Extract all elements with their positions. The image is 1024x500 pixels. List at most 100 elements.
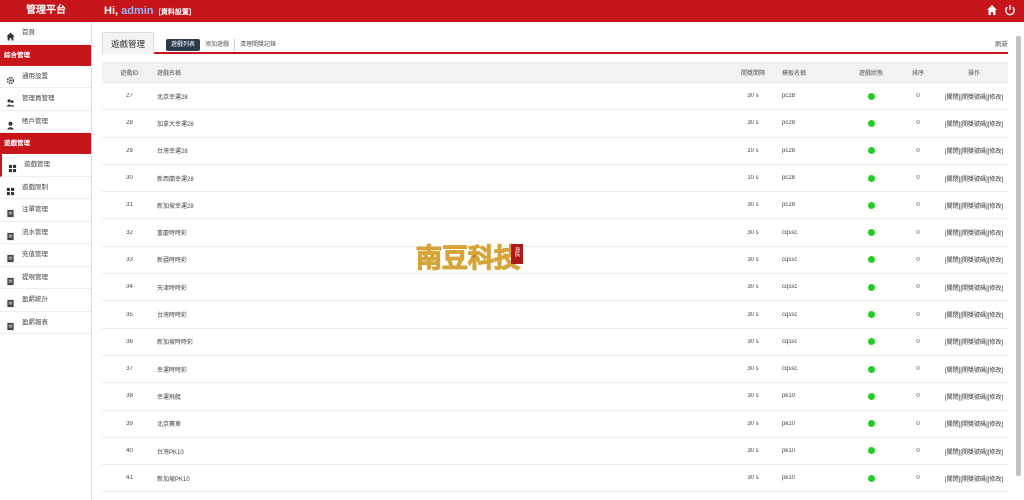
scrollbar-thumb[interactable] bbox=[1016, 36, 1021, 476]
sidebar-item-game-limits[interactable]: 遊戲限制 bbox=[0, 177, 91, 199]
close-game-link[interactable]: [關閉] bbox=[945, 450, 960, 456]
sidebar-item-turnover[interactable]: 流水管理 bbox=[0, 222, 91, 244]
cell-name: 幸運飛艇 bbox=[157, 394, 182, 401]
sidebar-section-games[interactable]: 遊戲管理 bbox=[0, 133, 91, 154]
sidebar-section-general[interactable]: 綜合管理 bbox=[0, 44, 91, 66]
edit-link[interactable]: [修改] bbox=[988, 204, 1003, 210]
draw-numbers-link[interactable]: [開獎號碼] bbox=[960, 177, 987, 183]
cell-status bbox=[846, 447, 896, 455]
edit-link[interactable]: [修改] bbox=[988, 395, 1003, 401]
power-icon[interactable] bbox=[1004, 4, 1016, 16]
sidebar-item-bets[interactable]: 注單管理 bbox=[0, 199, 91, 222]
status-enabled-icon[interactable] bbox=[867, 310, 875, 318]
profile-settings-link[interactable]: [資料設置] bbox=[159, 9, 192, 16]
draw-numbers-link[interactable]: [開獎號碼] bbox=[960, 231, 987, 237]
sidebar-item-general-settings[interactable]: 通用設置 bbox=[0, 66, 91, 88]
draw-numbers-link[interactable]: [開獎號碼] bbox=[960, 149, 987, 155]
draw-numbers-link[interactable]: [開獎號碼] bbox=[960, 340, 987, 346]
edit-link[interactable]: [修改] bbox=[988, 313, 1003, 319]
draw-numbers-link[interactable]: [開獎號碼] bbox=[960, 258, 987, 264]
status-enabled-icon[interactable] bbox=[867, 420, 875, 428]
draw-numbers-link[interactable]: [開獎號碼] bbox=[960, 477, 987, 483]
refresh-link[interactable]: 刷新 bbox=[995, 38, 1008, 48]
status-enabled-icon[interactable] bbox=[867, 174, 875, 182]
sidebar-item-accounts[interactable]: 賬戶管理 bbox=[0, 111, 91, 133]
draw-numbers-link[interactable]: [開獎號碼] bbox=[960, 286, 987, 292]
status-enabled-icon[interactable] bbox=[867, 256, 875, 264]
sidebar-item-profit-report[interactable]: 盈虧報表 bbox=[0, 312, 91, 334]
cell-status bbox=[846, 310, 896, 318]
cell-name: 新加坡時時彩 bbox=[157, 340, 194, 347]
status-enabled-icon[interactable] bbox=[867, 283, 875, 291]
sidebar-item-home[interactable]: 首頁 bbox=[0, 22, 91, 45]
close-game-link[interactable]: [關閉] bbox=[945, 122, 960, 128]
draw-numbers-link[interactable]: [開獎號碼] bbox=[960, 122, 987, 128]
status-enabled-icon[interactable] bbox=[867, 229, 875, 237]
edit-link[interactable]: [修改] bbox=[988, 149, 1003, 155]
close-game-link[interactable]: [關閉] bbox=[945, 368, 960, 374]
sidebar-item-game-management[interactable]: 遊戲管理 bbox=[0, 154, 91, 177]
cell-actions: [關閉][開獎號碼][修改] bbox=[940, 228, 1008, 237]
cell-actions: [關閉][開獎號碼][修改] bbox=[940, 255, 1008, 264]
draw-numbers-link[interactable]: [開獎號碼] bbox=[960, 368, 987, 374]
status-enabled-icon[interactable] bbox=[867, 338, 875, 346]
draw-numbers-link[interactable]: [開獎號碼] bbox=[960, 204, 987, 210]
draw-numbers-link[interactable]: [開獎號碼] bbox=[960, 422, 987, 428]
sidebar-item-profit-stats[interactable]: 盈虧統計 bbox=[0, 289, 91, 312]
edit-link[interactable]: [修改] bbox=[988, 477, 1003, 483]
close-game-link[interactable]: [關閉] bbox=[945, 177, 960, 183]
status-enabled-icon[interactable] bbox=[867, 474, 875, 482]
edit-link[interactable]: [修改] bbox=[988, 231, 1003, 237]
edit-link[interactable]: [修改] bbox=[988, 286, 1003, 292]
close-game-link[interactable]: [關閉] bbox=[945, 286, 960, 292]
draw-numbers-link[interactable]: [開獎號碼] bbox=[960, 313, 987, 319]
close-game-link[interactable]: [關閉] bbox=[945, 422, 960, 428]
close-game-link[interactable]: [關閉] bbox=[945, 204, 960, 210]
close-game-link[interactable]: [關閉] bbox=[945, 95, 960, 101]
status-enabled-icon[interactable] bbox=[867, 147, 875, 155]
status-enabled-icon[interactable] bbox=[867, 119, 875, 127]
cell-template: pc28 bbox=[782, 175, 796, 182]
status-enabled-icon[interactable] bbox=[867, 201, 875, 209]
sidebar-item-deposits[interactable]: 充值管理 bbox=[0, 244, 91, 267]
status-enabled-icon[interactable] bbox=[867, 447, 875, 455]
cell-status bbox=[846, 147, 896, 155]
close-game-link[interactable]: [關閉] bbox=[945, 258, 960, 264]
cell-name: 天津時時彩 bbox=[157, 285, 188, 292]
edit-link[interactable]: [修改] bbox=[988, 422, 1003, 428]
sidebar-item-admins[interactable]: 管理員管理 bbox=[0, 88, 91, 111]
sidebar-item-withdrawals[interactable]: 提現管理 bbox=[0, 267, 91, 289]
status-enabled-icon[interactable] bbox=[867, 365, 875, 373]
users-icon bbox=[6, 95, 15, 107]
table-row: 30 新西蘭幸運28 10 s pc28 0 [關閉][開獎號碼][修改] bbox=[102, 165, 1008, 193]
cell-status bbox=[846, 283, 896, 291]
username[interactable]: admin bbox=[121, 5, 153, 17]
close-game-link[interactable]: [關閉] bbox=[945, 149, 960, 155]
edit-link[interactable]: [修改] bbox=[988, 177, 1003, 183]
edit-link[interactable]: [修改] bbox=[988, 450, 1003, 456]
draw-numbers-link[interactable]: [開獎號碼] bbox=[960, 395, 987, 401]
edit-link[interactable]: [修改] bbox=[988, 95, 1003, 101]
scrollbar[interactable] bbox=[1016, 26, 1022, 496]
tab-game-list[interactable]: 遊戲列表 bbox=[166, 39, 201, 51]
edit-link[interactable]: [修改] bbox=[988, 340, 1003, 346]
edit-link[interactable]: [修改] bbox=[988, 368, 1003, 374]
close-game-link[interactable]: [關閉] bbox=[945, 477, 960, 483]
status-enabled-icon[interactable] bbox=[867, 392, 875, 400]
cell-template: cqssc bbox=[782, 229, 798, 236]
cell-actions: [關閉][開獎號碼][修改] bbox=[940, 447, 1008, 456]
col-header-status: 遊戲狀態 bbox=[858, 70, 883, 77]
tab-clear-draw-records[interactable]: 清理開獎記錄 bbox=[234, 39, 281, 51]
status-enabled-icon[interactable] bbox=[867, 92, 875, 100]
close-game-link[interactable]: [關閉] bbox=[945, 313, 960, 319]
tab-add-game[interactable]: 添加遊戲 bbox=[200, 39, 234, 51]
draw-numbers-link[interactable]: [開獎號碼] bbox=[960, 450, 987, 456]
draw-numbers-link[interactable]: [開獎號碼] bbox=[960, 95, 987, 101]
close-game-link[interactable]: [關閉] bbox=[945, 231, 960, 237]
home-icon[interactable] bbox=[986, 4, 998, 16]
edit-link[interactable]: [修改] bbox=[988, 122, 1003, 128]
page-title-tab[interactable]: 遊戲管理 bbox=[102, 32, 154, 54]
close-game-link[interactable]: [關閉] bbox=[945, 340, 960, 346]
edit-link[interactable]: [修改] bbox=[988, 258, 1003, 264]
close-game-link[interactable]: [關閉] bbox=[945, 395, 960, 401]
